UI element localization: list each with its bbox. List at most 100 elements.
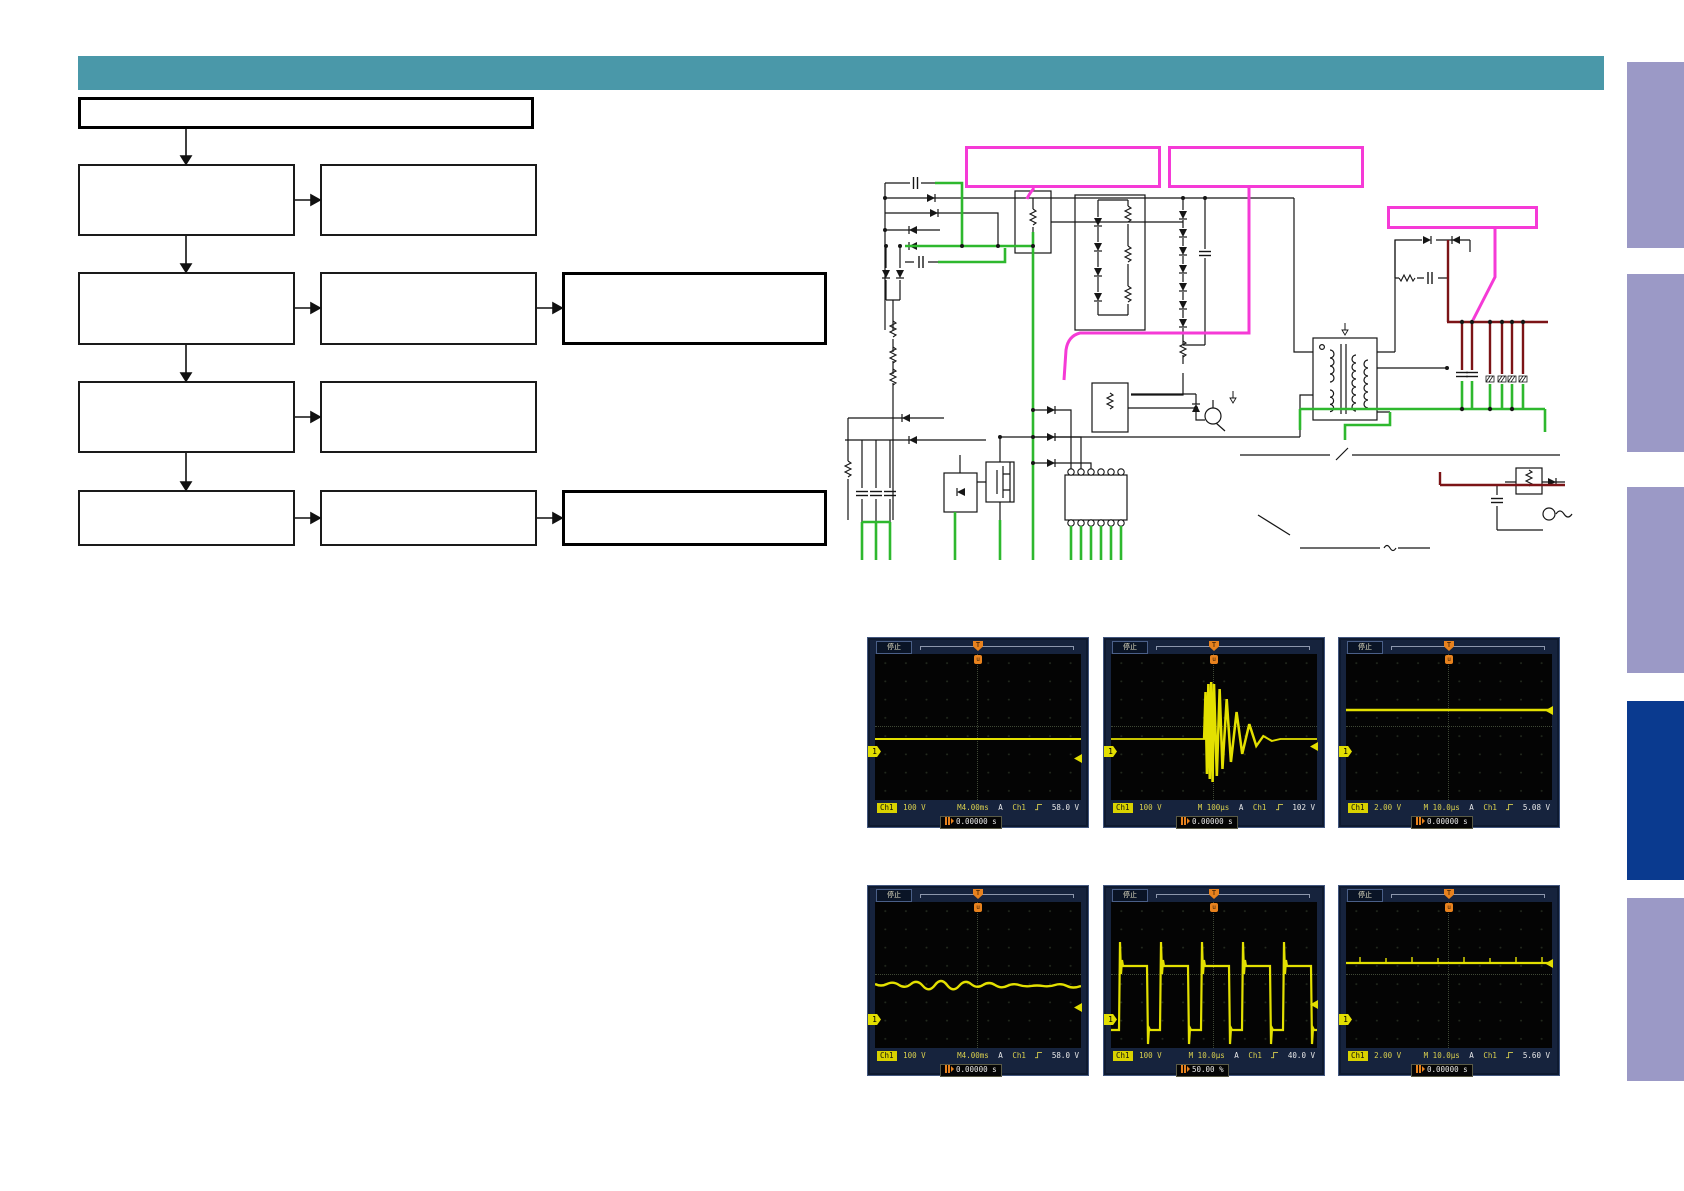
scope-status-bar: Ch1 100 V M4.00ms A Ch1 58.0 V [875,802,1081,814]
acquisition-bar [1156,646,1310,650]
run-state-badge: 停止 [876,641,912,654]
trigger-source: Ch1 [1483,1051,1497,1060]
timebase: M 10.0µs [1424,1051,1460,1060]
scope-status-bar: Ch1 100 V M 100µs A Ch1 102 V [1111,802,1317,814]
trigger-level: 58.0 V [1052,803,1079,812]
run-state-badge: 停止 [1347,641,1383,654]
vertical-scale: 100 V [903,1051,926,1060]
pause-arrow-icon [1416,817,1425,825]
rising-edge-icon [1035,1051,1042,1059]
junction-dots [883,196,1525,465]
vertical-scale: 100 V [903,803,926,812]
trigger-level-marker: u [1445,903,1453,912]
trigger-level-marker: u [1445,655,1453,664]
graticule: 1 [1111,654,1317,800]
waveform-flat [875,654,1081,800]
channel-badge: Ch1 [877,1051,897,1061]
graticule: 1 [1346,902,1552,1048]
channel-badge: Ch1 [1113,803,1133,813]
scope-status-bar: Ch1 100 V M4.00ms A Ch1 58.0 V [875,1050,1081,1062]
callout-box-3 [1387,206,1538,229]
trigger-position-chip: 0.00000 s [1176,816,1238,829]
trigger-source: Ch1 [1012,1051,1026,1060]
graticule: 1 [875,654,1081,800]
acquire-mode: A [1469,803,1474,812]
channel-badge: Ch1 [1348,803,1368,813]
scope-status-bar: Ch1 2.00 V M 10.0µs A Ch1 5.60 V [1346,1050,1552,1062]
waveform-wavy [875,902,1081,1048]
acquisition-bar [920,646,1074,650]
acquisition-bar [1156,894,1310,898]
sidebar-tab-3[interactable] [1627,487,1684,673]
rising-edge-icon [1035,803,1042,811]
run-state-badge: 停止 [1112,889,1148,902]
sidebar-tab-2[interactable] [1627,274,1684,452]
vertical-scale: 100 V [1139,803,1162,812]
scope-status-bar: Ch1 2.00 V M 10.0µs A Ch1 5.08 V [1346,802,1552,814]
scope-capture-2: 停止 T u 1 Ch1 100 V M 100µs A Ch1 102 V [1103,637,1325,828]
trigger-source: Ch1 [1253,803,1267,812]
pause-arrow-icon [1416,1065,1425,1073]
trigger-position-chip: 0.00000 s [1411,816,1473,829]
pause-arrow-icon [945,1065,954,1073]
acquisition-bar [1391,646,1545,650]
graticule: 1 [1111,902,1317,1048]
trigger-level: 5.60 V [1523,1051,1550,1060]
sidebar-tab-1[interactable] [1627,62,1684,248]
pause-arrow-icon [1181,817,1190,825]
acquire-mode: A [1239,803,1244,812]
acquire-mode: A [998,1051,1003,1060]
trigger-position-chip: 50.00 % [1176,1064,1229,1077]
trigger-position: 0.00000 s [1427,1065,1468,1074]
trigger-level: 40.0 V [1288,1051,1315,1060]
sidebar-tab-4-active[interactable] [1627,701,1684,880]
trigger-position: 0.00000 s [1427,817,1468,826]
sidebar-tab-5[interactable] [1627,898,1684,1081]
run-state-badge: 停止 [876,889,912,902]
rising-edge-icon [1506,1051,1513,1059]
callout-box-2 [1168,146,1364,188]
trigger-level-marker: u [1210,903,1218,912]
trigger-level: 102 V [1292,803,1315,812]
waveform-burst [1111,654,1317,800]
trigger-level-marker: u [974,655,982,664]
service-manual-page: 停止 T u 1 Ch1 100 V M4.00ms A Ch1 58.0 V [0,0,1684,1191]
scope-capture-6: 停止 T u 1 Ch1 2.00 V M 10.0µs A Ch1 5.60 … [1338,885,1560,1076]
trigger-source: Ch1 [1483,803,1497,812]
acquire-mode: A [998,803,1003,812]
graticule: 1 [875,902,1081,1048]
trigger-position-chip: 0.00000 s [940,1064,1002,1077]
rising-edge-icon [1276,803,1283,811]
channel-badge: Ch1 [877,803,897,813]
acquire-mode: A [1469,1051,1474,1060]
trigger-position: 0.00000 s [956,817,997,826]
channel-badge: Ch1 [1113,1051,1133,1061]
timebase: M 100µs [1198,803,1230,812]
acquire-mode: A [1234,1051,1239,1060]
timebase: M 10.0µs [1189,1051,1225,1060]
flowchart-arrows [0,0,860,580]
trigger-position-chip: 0.00000 s [940,816,1002,829]
waveform-flat-ticks [1346,902,1552,1048]
timebase: M4.00ms [957,803,989,812]
vertical-scale: 2.00 V [1374,1051,1401,1060]
scope-capture-5: 停止 T u 1 Ch1 100 V M 10.0µs A Ch1 40.0 V [1103,885,1325,1076]
waveform-flat-high [1346,654,1552,800]
run-state-badge: 停止 [1112,641,1148,654]
rising-edge-icon [1271,1051,1278,1059]
trigger-level-marker: u [974,903,982,912]
trigger-level: 58.0 V [1052,1051,1079,1060]
schematic-maroon-wires [1440,240,1565,485]
graticule: 1 [1346,654,1552,800]
channel-badge: Ch1 [1348,1051,1368,1061]
scope-capture-3: 停止 T u 1 Ch1 2.00 V M 10.0µs A Ch1 5.08 … [1338,637,1560,828]
power-supply-schematic [815,140,1580,570]
timebase: M 10.0µs [1424,803,1460,812]
scope-status-bar: Ch1 100 V M 10.0µs A Ch1 40.0 V [1111,1050,1317,1062]
trigger-position-chip: 0.00000 s [1411,1064,1473,1077]
trigger-position: 0.00000 s [956,1065,997,1074]
trigger-position: 50.00 % [1192,1065,1224,1074]
acquisition-bar [920,894,1074,898]
trigger-level: 5.08 V [1523,803,1550,812]
pause-arrow-icon [1181,1065,1190,1073]
